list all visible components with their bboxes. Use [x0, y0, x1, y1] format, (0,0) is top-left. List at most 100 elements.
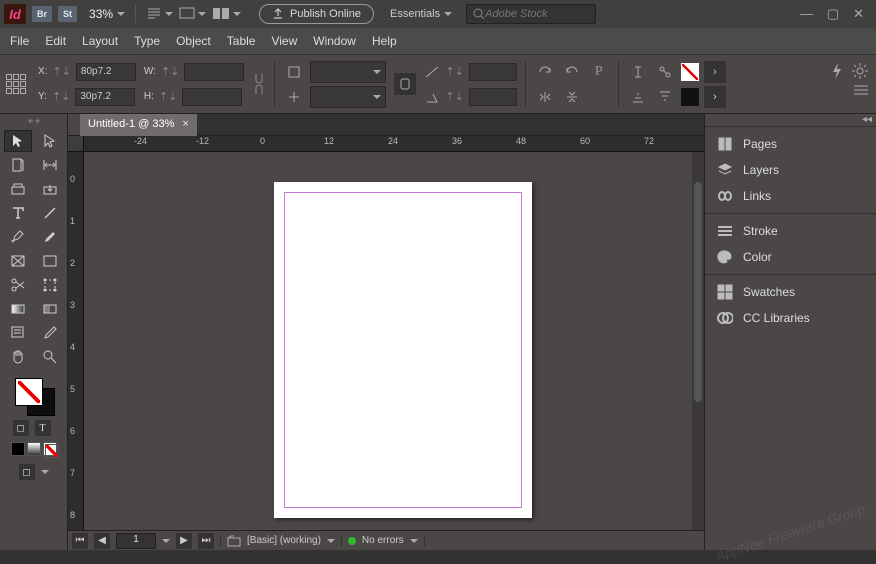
- panel-layers[interactable]: Layers: [705, 157, 876, 183]
- maximize-button[interactable]: ▢: [827, 6, 839, 22]
- panel-links[interactable]: Links: [705, 183, 876, 209]
- stock-button[interactable]: St: [58, 6, 77, 22]
- selection-tool[interactable]: [4, 130, 32, 152]
- menu-window[interactable]: Window: [313, 34, 356, 48]
- workspace-dropdown[interactable]: Essentials: [390, 8, 452, 20]
- arrange-dropdown[interactable]: [212, 7, 241, 21]
- pencil-tool[interactable]: [36, 226, 64, 248]
- gradient-feather-tool[interactable]: [36, 298, 64, 320]
- h-field[interactable]: [182, 88, 242, 106]
- vertical-scrollbar[interactable]: [692, 152, 704, 530]
- w-field[interactable]: [184, 63, 244, 81]
- page-number-field[interactable]: 1: [116, 533, 156, 549]
- menu-layout[interactable]: Layout: [82, 34, 118, 48]
- zoom-tool[interactable]: [36, 346, 64, 368]
- reference-point-grid[interactable]: [6, 74, 30, 94]
- panel-cc-libraries[interactable]: CC Libraries: [705, 305, 876, 331]
- wrap-p-icon[interactable]: P: [588, 61, 610, 83]
- direct-selection-tool[interactable]: [36, 130, 64, 152]
- formatting-container-button[interactable]: ◻: [13, 420, 29, 436]
- scroll-thumb[interactable]: [694, 182, 702, 402]
- vertical-ruler[interactable]: 0 1 2 3 4 5 6 7 8: [68, 152, 84, 530]
- stroke-weight-dropdown[interactable]: [310, 61, 386, 83]
- shear-field[interactable]: [469, 63, 517, 81]
- minimize-button[interactable]: —: [800, 6, 813, 22]
- panel-pages[interactable]: Pages: [705, 131, 876, 157]
- ruler-origin[interactable]: [68, 136, 84, 152]
- open-icon[interactable]: [227, 535, 241, 547]
- next-button[interactable]: ›: [704, 61, 726, 83]
- menu-table[interactable]: Table: [227, 34, 256, 48]
- publish-online-button[interactable]: Publish Online: [259, 4, 374, 24]
- rectangle-tool[interactable]: [36, 250, 64, 272]
- canvas[interactable]: [84, 152, 692, 530]
- stroke-swatch[interactable]: [681, 88, 699, 106]
- x-field[interactable]: 80p7.2: [76, 63, 136, 81]
- adobe-stock-search[interactable]: [466, 4, 596, 24]
- formatting-text-button[interactable]: T: [35, 420, 51, 436]
- menu-help[interactable]: Help: [372, 34, 397, 48]
- horizontal-ruler[interactable]: -24 -12 0 12 24 36 48 60 72: [84, 136, 704, 152]
- screen-mode-dropdown[interactable]: [179, 7, 206, 21]
- type-tool[interactable]: [4, 202, 32, 224]
- stroke-style-dropdown[interactable]: [310, 86, 386, 108]
- flip-h-button[interactable]: [534, 86, 556, 108]
- page-tool[interactable]: [4, 154, 32, 176]
- close-button[interactable]: ✕: [853, 6, 864, 22]
- menu-file[interactable]: File: [10, 34, 29, 48]
- menu-view[interactable]: View: [271, 34, 297, 48]
- eyedropper-tool[interactable]: [36, 322, 64, 344]
- bridge-button[interactable]: Br: [32, 6, 52, 22]
- content-placer-tool[interactable]: [36, 178, 64, 200]
- line-tool[interactable]: [36, 202, 64, 224]
- apply-gradient-button[interactable]: [27, 442, 41, 456]
- apply-color-button[interactable]: [11, 442, 25, 456]
- document-tab[interactable]: Untitled-1 @ 33% ×: [80, 114, 197, 136]
- panel-color[interactable]: Color: [705, 244, 876, 270]
- rotate-cw-button[interactable]: [534, 61, 556, 83]
- fill-swatch[interactable]: [681, 63, 699, 81]
- page[interactable]: [274, 182, 532, 518]
- settings-icon[interactable]: [852, 63, 868, 79]
- panel-stroke[interactable]: Stroke: [705, 218, 876, 244]
- close-icon[interactable]: ×: [182, 118, 188, 130]
- fill-stroke-proxy[interactable]: [15, 378, 55, 416]
- view-options-dropdown[interactable]: [146, 7, 173, 21]
- pen-tool[interactable]: [4, 226, 32, 248]
- menu-edit[interactable]: Edit: [45, 34, 66, 48]
- fill-color-swatch[interactable]: [15, 378, 43, 406]
- next-button-2[interactable]: ›: [704, 86, 726, 108]
- flip-v-button[interactable]: [561, 86, 583, 108]
- toolbox-collapse-button[interactable]: [0, 116, 67, 126]
- quick-apply-icon[interactable]: [830, 63, 844, 79]
- next-page-button[interactable]: ▶: [176, 533, 192, 549]
- gradient-swatch-tool[interactable]: [4, 298, 32, 320]
- link-icon[interactable]: [394, 73, 416, 95]
- free-transform-tool[interactable]: [36, 274, 64, 296]
- panel-menu-icon[interactable]: [854, 85, 868, 95]
- select-next-button[interactable]: [654, 86, 676, 108]
- last-page-button[interactable]: ⏭: [198, 533, 214, 549]
- y-field[interactable]: 30p7.2: [75, 88, 135, 106]
- menu-object[interactable]: Object: [176, 34, 211, 48]
- zoom-level-dropdown[interactable]: 33%: [89, 7, 125, 21]
- prev-page-button[interactable]: ◀: [94, 533, 110, 549]
- rotate-field[interactable]: [469, 88, 517, 106]
- stock-search-input[interactable]: [485, 8, 585, 20]
- select-prev-button[interactable]: [627, 86, 649, 108]
- scissors-tool[interactable]: [4, 274, 32, 296]
- gap-tool[interactable]: [36, 154, 64, 176]
- view-mode-normal-button[interactable]: ◻: [19, 464, 35, 480]
- hand-tool[interactable]: [4, 346, 32, 368]
- select-content-button[interactable]: [654, 61, 676, 83]
- note-tool[interactable]: [4, 322, 32, 344]
- panel-collapse-button[interactable]: ◂◂: [705, 114, 876, 126]
- panel-swatches[interactable]: Swatches: [705, 279, 876, 305]
- rectangle-frame-tool[interactable]: [4, 250, 32, 272]
- select-container-button[interactable]: [627, 61, 649, 83]
- content-collector-tool[interactable]: [4, 178, 32, 200]
- link-wh-icon[interactable]: [252, 70, 266, 98]
- apply-none-button[interactable]: [43, 442, 57, 456]
- first-page-button[interactable]: ⏮: [72, 533, 88, 549]
- menu-type[interactable]: Type: [134, 34, 160, 48]
